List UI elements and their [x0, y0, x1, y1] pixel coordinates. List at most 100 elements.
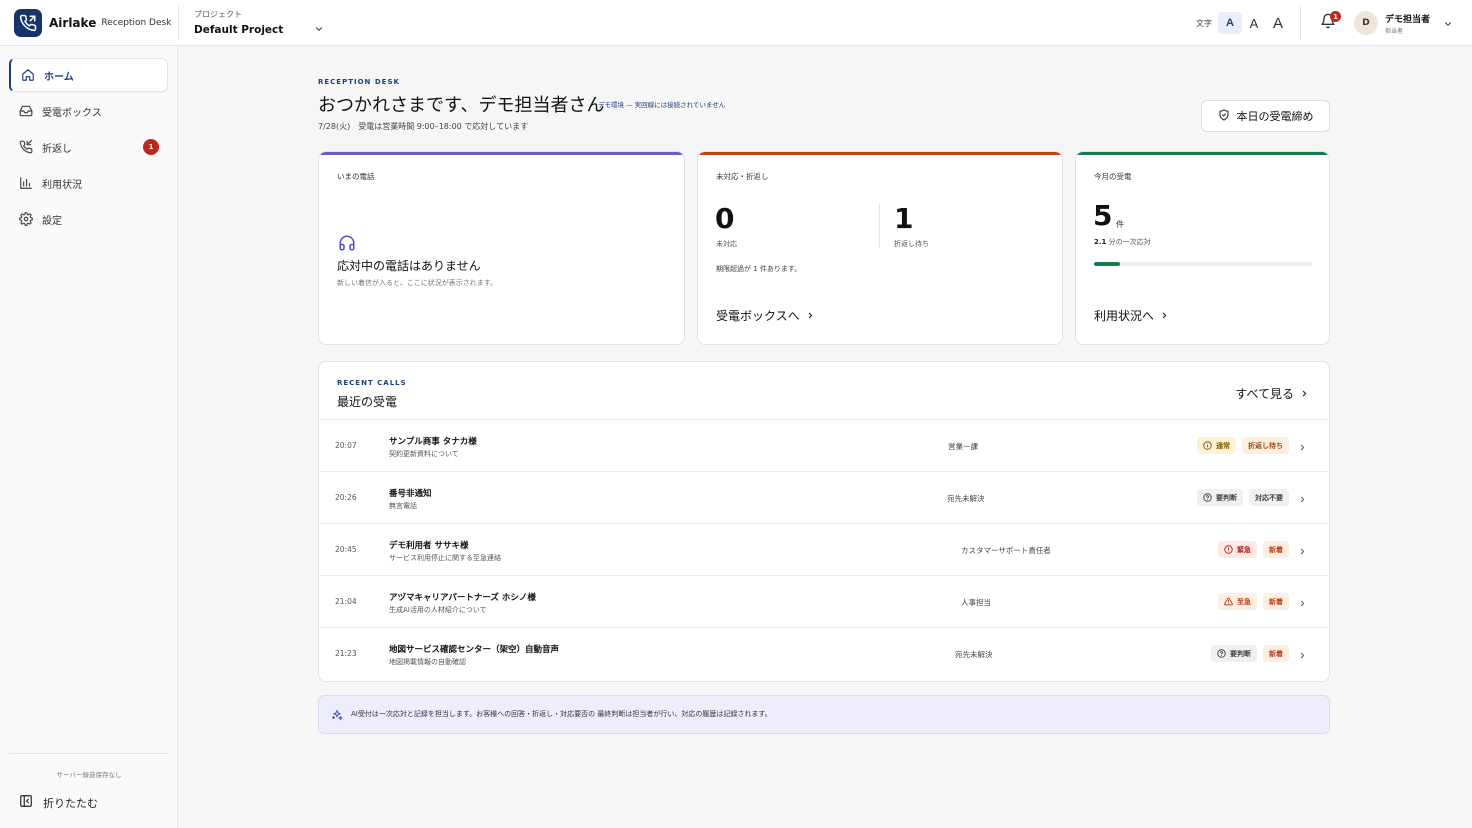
table-row[interactable]: 21:23 地図サービス確認センター（架空）自動音声 地図掲載情報の自動確認 宛… [319, 628, 1329, 680]
sidebar-item-home[interactable]: ホーム [9, 58, 168, 92]
project-selector[interactable]: プロジェクト Default Project [194, 9, 334, 36]
priority-label: 緊急 [1237, 545, 1251, 554]
sidebar-item-label: 受電ボックス [42, 107, 102, 119]
no-active-call-text: 応対中の電話はありません [337, 259, 481, 273]
chevron-right-icon [806, 309, 815, 323]
sidebar-item-callback[interactable]: 折返し 1 [9, 130, 168, 164]
call-department: カスタマーサポート責任者 [961, 546, 1051, 555]
see-all-link[interactable]: すべて見る [1235, 385, 1309, 402]
font-size-large-button[interactable]: A [1266, 12, 1290, 34]
status-badge: 新着 [1263, 541, 1289, 558]
sparkle-icon [331, 709, 343, 724]
sidebar-item-label: 利用状況 [42, 179, 82, 191]
bar-chart-icon [19, 176, 33, 190]
chevron-right-icon [1298, 649, 1307, 663]
avg-duration-value: 2.1 [1094, 238, 1107, 246]
inbox-link-label: 受電ボックスへ [716, 309, 800, 323]
card-title: 今月の受電 [1094, 172, 1132, 181]
unhandled-count: 0 [715, 202, 735, 235]
table-row[interactable]: 20:07 サンプル商事 タナカ様 契約更新資料について 営業一課 通常 折返し… [319, 420, 1329, 472]
sidebar-item-label: 設定 [42, 215, 62, 227]
sidebar-item-label: 折返し [42, 143, 72, 155]
close-day-button[interactable]: 本日の受電締め [1201, 100, 1330, 132]
chevron-right-icon [1298, 441, 1307, 455]
table-row[interactable]: 20:26 番号非通知 無言電話 宛先未解決 要判断 対応不要 [319, 472, 1329, 524]
card-title: 未対応・折返し [716, 172, 769, 181]
ai-disclaimer-banner: AI受付は一次応対と記録を担当します。お客様への回答・折返し・対応要否の 最終判… [318, 695, 1330, 734]
question-circle-icon [1203, 493, 1212, 502]
usage-progress-fill [1094, 262, 1121, 266]
sidebar-item-inbox[interactable]: 受電ボックス [9, 94, 168, 128]
unhandled-label: 未対応 [716, 240, 737, 248]
status-badge: 新着 [1263, 645, 1289, 662]
recent-calls-panel: RECENT CALLS 最近の受電 すべて見る 20:07 サンプル商事 タナ… [318, 361, 1330, 682]
phone-callback-icon [19, 140, 33, 154]
callback-count-badge: 1 [143, 139, 159, 155]
overdue-note: 期限超過が 1 件あります。 [716, 265, 802, 273]
sidebar: ホーム 受電ボックス 折返し 1 利用状況 設定 サーバー録音保存なし 折りたた… [0, 46, 178, 828]
font-size-label: 文字 [1196, 18, 1212, 28]
brand[interactable]: Airlake Reception Desk [14, 9, 171, 37]
user-menu[interactable]: D デモ担当者 担当者 [1354, 11, 1452, 35]
chevron-right-icon [1298, 597, 1307, 611]
divider [879, 203, 880, 247]
table-row[interactable]: 20:45 デモ利用者 ササキ様 サービス利用停止に関する至急連絡 カスタマーサ… [319, 524, 1329, 576]
table-row[interactable]: 21:04 アヅマキャリアパートナーズ ホシノ様 生成AI活用の人材紹介について… [319, 576, 1329, 628]
recording-note: サーバー録音保存なし [56, 771, 122, 779]
avg-duration-label: 分の一次応対 [1108, 238, 1151, 246]
call-subject: 無言電話 [389, 502, 417, 510]
collapse-label: 折りたたむ [43, 796, 98, 810]
caller-name: 番号非通知 [389, 489, 432, 499]
chevron-down-icon [314, 23, 324, 37]
monthly-calls-card: 今月の受電 5 件 2.1 分の一次応対 利用状況へ [1075, 151, 1330, 345]
recent-calls-title: 最近の受電 [337, 395, 398, 409]
app-name: Airlake [49, 16, 97, 30]
recent-calls-header: RECENT CALLS 最近の受電 すべて見る [319, 362, 1329, 420]
collapse-sidebar-button[interactable]: 折りたたむ [19, 794, 98, 811]
call-department: 営業一課 [948, 442, 978, 451]
app-subtitle: Reception Desk [101, 18, 172, 28]
project-name: Default Project [194, 24, 284, 36]
page-eyebrow: RECEPTION DESK [318, 78, 400, 86]
caller-name: サンプル商事 タナカ様 [389, 437, 477, 447]
headphones-icon [338, 234, 356, 255]
call-department: 人事担当 [961, 598, 991, 607]
caller-name: アヅマキャリアパートナーズ ホシノ様 [389, 593, 536, 603]
divider [1300, 6, 1301, 40]
no-active-call-hint: 新しい着信が入ると、ここに状況が表示されます。 [337, 279, 498, 287]
call-subject: 契約更新資料について [389, 450, 459, 458]
sidebar-item-settings[interactable]: 設定 [9, 202, 168, 236]
monthly-call-count: 5 [1093, 199, 1113, 232]
user-name: デモ担当者 [1385, 14, 1431, 25]
see-all-label: すべて見る [1235, 387, 1294, 401]
call-subject: 地図掲載情報の自動確認 [389, 658, 466, 666]
notification-badge: 1 [1330, 11, 1341, 22]
page-title: おつかれさまです、デモ担当者さん [318, 95, 605, 116]
home-icon [21, 68, 35, 82]
gear-icon [19, 212, 33, 226]
font-size-switcher: 文字 A A A [1196, 12, 1290, 34]
call-time: 20:07 [335, 441, 357, 450]
ai-disclaimer-text: AI受付は一次応対と記録を担当します。お客様への回答・折返し・対応要否の 最終判… [351, 710, 772, 718]
card-accent [698, 152, 1062, 155]
card-accent [1076, 152, 1329, 155]
callback-label: 折返し待ち [894, 240, 929, 248]
font-size-small-button[interactable]: A [1218, 12, 1242, 34]
call-time: 21:04 [335, 597, 357, 606]
inbox-link[interactable]: 受電ボックスへ [716, 307, 815, 324]
card-accent [319, 152, 684, 155]
current-call-card: いまの電話 応対中の電話はありません 新しい着信が入ると、ここに状況が表示されま… [318, 151, 685, 345]
call-time: 20:26 [335, 493, 357, 502]
chevron-right-icon [1300, 387, 1309, 401]
user-role: 担当者 [1385, 27, 1404, 35]
warning-triangle-icon [1224, 597, 1233, 606]
caller-name: 地図サービス確認センター（架空）自動音声 [389, 645, 560, 655]
callback-count: 1 [894, 202, 914, 235]
notifications-button[interactable]: 1 [1320, 11, 1341, 32]
sidebar-item-usage[interactable]: 利用状況 [9, 166, 168, 200]
environment-badge: デモ環境 — 実回線には接続されていません [598, 101, 726, 109]
status-badge: 新着 [1263, 593, 1289, 610]
font-size-medium-button[interactable]: A [1242, 12, 1266, 34]
priority-label: 至急 [1237, 597, 1251, 606]
usage-link[interactable]: 利用状況へ [1094, 307, 1169, 324]
